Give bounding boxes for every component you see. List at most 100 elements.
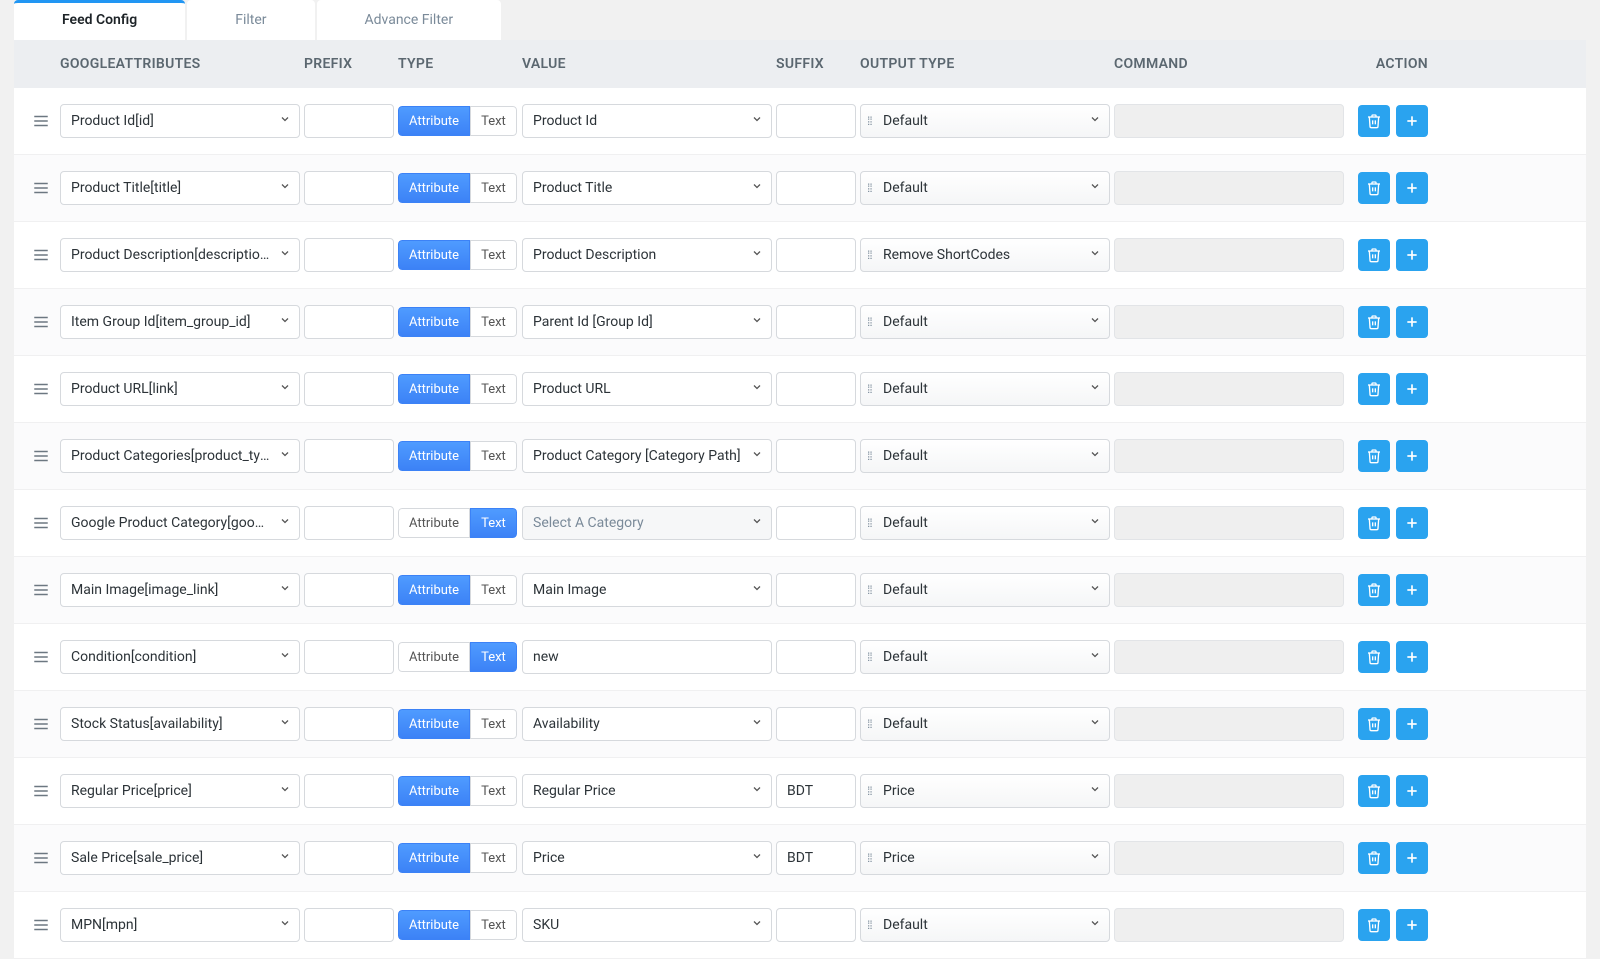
suffix-input[interactable]: [776, 238, 856, 272]
output-type-select[interactable]: Price: [860, 774, 1110, 808]
add-row-button[interactable]: [1396, 172, 1428, 204]
suffix-input[interactable]: [776, 305, 856, 339]
type-text-option[interactable]: Text: [470, 374, 517, 404]
attribute-select[interactable]: Regular Price[price]: [60, 774, 300, 808]
type-text-option[interactable]: Text: [470, 240, 517, 270]
prefix-input[interactable]: [304, 640, 394, 674]
type-attribute-option[interactable]: Attribute: [398, 642, 470, 672]
type-attribute-option[interactable]: Attribute: [398, 441, 470, 471]
add-row-button[interactable]: [1396, 775, 1428, 807]
add-row-button[interactable]: [1396, 440, 1428, 472]
command-input[interactable]: [1114, 238, 1344, 272]
output-type-select[interactable]: Default: [860, 506, 1110, 540]
type-attribute-option[interactable]: Attribute: [398, 575, 470, 605]
drag-handle-icon[interactable]: [26, 715, 56, 733]
drag-handle-icon[interactable]: [26, 313, 56, 331]
delete-row-button[interactable]: [1358, 172, 1390, 204]
value-select[interactable]: Availability: [522, 707, 772, 741]
command-input[interactable]: [1114, 573, 1344, 607]
value-select[interactable]: Product Description: [522, 238, 772, 272]
attribute-select[interactable]: Product Description[description]: [60, 238, 300, 272]
prefix-input[interactable]: [304, 104, 394, 138]
add-row-button[interactable]: [1396, 373, 1428, 405]
type-attribute-option[interactable]: Attribute: [398, 843, 470, 873]
prefix-input[interactable]: [304, 841, 394, 875]
suffix-input[interactable]: [776, 640, 856, 674]
attribute-select[interactable]: Google Product Category[google_product_c…: [60, 506, 300, 540]
output-type-select[interactable]: Default: [860, 908, 1110, 942]
type-attribute-option[interactable]: Attribute: [398, 307, 470, 337]
drag-handle-icon[interactable]: [26, 849, 56, 867]
type-attribute-option[interactable]: Attribute: [398, 374, 470, 404]
suffix-input[interactable]: [776, 439, 856, 473]
delete-row-button[interactable]: [1358, 775, 1390, 807]
add-row-button[interactable]: [1396, 909, 1428, 941]
output-type-select[interactable]: Default: [860, 707, 1110, 741]
drag-handle-icon[interactable]: [26, 782, 56, 800]
type-text-option[interactable]: Text: [470, 642, 517, 672]
prefix-input[interactable]: [304, 707, 394, 741]
suffix-input[interactable]: [776, 506, 856, 540]
type-text-option[interactable]: Text: [470, 843, 517, 873]
suffix-input[interactable]: [776, 372, 856, 406]
command-input[interactable]: [1114, 707, 1344, 741]
type-attribute-option[interactable]: Attribute: [398, 173, 470, 203]
delete-row-button[interactable]: [1358, 306, 1390, 338]
type-text-option[interactable]: Text: [470, 508, 517, 538]
value-select[interactable]: SKU: [522, 908, 772, 942]
output-type-select[interactable]: Default: [860, 573, 1110, 607]
output-type-select[interactable]: Default: [860, 305, 1110, 339]
suffix-input[interactable]: [776, 104, 856, 138]
attribute-select[interactable]: MPN[mpn]: [60, 908, 300, 942]
prefix-input[interactable]: [304, 238, 394, 272]
value-select[interactable]: Product Title: [522, 171, 772, 205]
type-text-option[interactable]: Text: [470, 173, 517, 203]
add-row-button[interactable]: [1396, 507, 1428, 539]
drag-handle-icon[interactable]: [26, 648, 56, 666]
command-input[interactable]: [1114, 439, 1344, 473]
suffix-input[interactable]: [776, 171, 856, 205]
delete-row-button[interactable]: [1358, 373, 1390, 405]
output-type-select[interactable]: Default: [860, 372, 1110, 406]
prefix-input[interactable]: [304, 573, 394, 607]
attribute-select[interactable]: Product Id[id]: [60, 104, 300, 138]
type-attribute-option[interactable]: Attribute: [398, 776, 470, 806]
delete-row-button[interactable]: [1358, 842, 1390, 874]
value-select[interactable]: Product URL: [522, 372, 772, 406]
delete-row-button[interactable]: [1358, 574, 1390, 606]
output-type-select[interactable]: Price: [860, 841, 1110, 875]
attribute-select[interactable]: Product Title[title]: [60, 171, 300, 205]
prefix-input[interactable]: [304, 908, 394, 942]
type-attribute-option[interactable]: Attribute: [398, 709, 470, 739]
output-type-select[interactable]: Default: [860, 171, 1110, 205]
delete-row-button[interactable]: [1358, 440, 1390, 472]
attribute-select[interactable]: Product Categories[product_type]: [60, 439, 300, 473]
drag-handle-icon[interactable]: [26, 112, 56, 130]
attribute-select[interactable]: Stock Status[availability]: [60, 707, 300, 741]
output-type-select[interactable]: Default: [860, 104, 1110, 138]
type-text-option[interactable]: Text: [470, 106, 517, 136]
suffix-input[interactable]: [776, 908, 856, 942]
tab-filter[interactable]: Filter: [187, 0, 314, 40]
prefix-input[interactable]: [304, 439, 394, 473]
command-input[interactable]: [1114, 774, 1344, 808]
add-row-button[interactable]: [1396, 105, 1428, 137]
tab-feed-config[interactable]: Feed Config: [14, 0, 185, 40]
type-attribute-option[interactable]: Attribute: [398, 508, 470, 538]
suffix-input[interactable]: BDT: [776, 841, 856, 875]
type-text-option[interactable]: Text: [470, 575, 517, 605]
type-text-option[interactable]: Text: [470, 441, 517, 471]
drag-handle-icon[interactable]: [26, 380, 56, 398]
drag-handle-icon[interactable]: [26, 916, 56, 934]
command-input[interactable]: [1114, 908, 1344, 942]
command-input[interactable]: [1114, 640, 1344, 674]
type-attribute-option[interactable]: Attribute: [398, 106, 470, 136]
drag-handle-icon[interactable]: [26, 514, 56, 532]
prefix-input[interactable]: [304, 774, 394, 808]
suffix-input[interactable]: [776, 573, 856, 607]
command-input[interactable]: [1114, 506, 1344, 540]
output-type-select[interactable]: Default: [860, 439, 1110, 473]
add-row-button[interactable]: [1396, 842, 1428, 874]
value-select[interactable]: Select A Category: [522, 506, 772, 540]
attribute-select[interactable]: Item Group Id[item_group_id]: [60, 305, 300, 339]
